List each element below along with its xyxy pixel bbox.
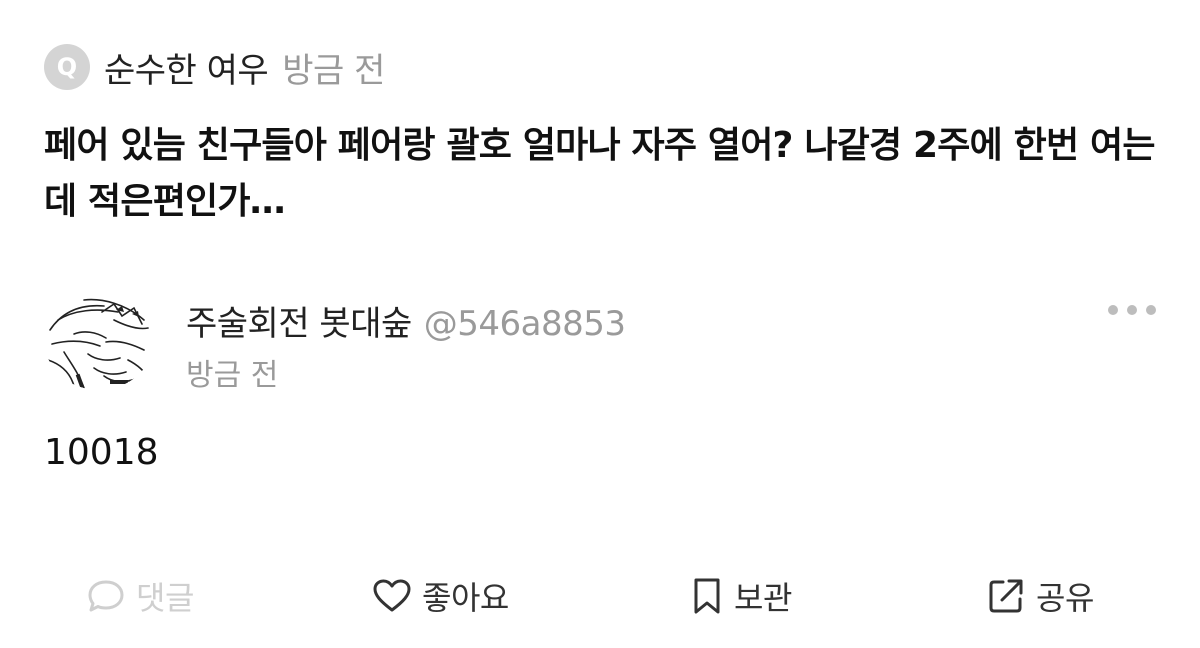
- share-label: 공유: [1036, 579, 1094, 617]
- save-label: 보관: [734, 579, 792, 617]
- like-button[interactable]: 좋아요: [372, 566, 509, 626]
- comment-button[interactable]: 댓글: [86, 566, 194, 626]
- bookmark-icon: [694, 578, 720, 614]
- share-button[interactable]: 공유: [986, 566, 1094, 626]
- question-badge-icon: Q: [44, 44, 90, 90]
- avatar-sketch-image: [47, 298, 151, 389]
- answer-text: 10018: [44, 432, 159, 473]
- comment-label: 댓글: [136, 579, 194, 617]
- answer-header: 주술회전 봇대숲 @546a8853 방금 전: [44, 288, 1156, 393]
- more-dot: [1108, 305, 1118, 315]
- speech-bubble-icon: [88, 580, 124, 612]
- more-dot: [1146, 305, 1156, 315]
- like-label: 좋아요: [422, 579, 509, 617]
- save-button[interactable]: 보관: [690, 566, 792, 626]
- more-options-button[interactable]: [1108, 300, 1156, 320]
- post-page: Q 순수한 여우 방금 전 페어 있늠 친구들아 페어랑 괄호 얼마나 자주 열…: [0, 0, 1200, 648]
- action-bar: 댓글 좋아요 보관 공유: [0, 566, 1200, 626]
- share-external-icon: [989, 579, 1023, 613]
- answer-handle[interactable]: @546a8853: [424, 304, 626, 344]
- question-author[interactable]: 순수한 여우: [104, 43, 269, 92]
- heart-icon: [373, 579, 411, 612]
- more-dot: [1127, 305, 1137, 315]
- answer-author-line: 주술회전 봇대숲 @546a8853: [186, 296, 626, 345]
- avatar[interactable]: [44, 290, 154, 390]
- answer-author[interactable]: 주술회전 봇대숲: [186, 304, 412, 344]
- answer-timestamp: 방금 전: [186, 358, 279, 393]
- question-header: Q 순수한 여우 방금 전: [44, 43, 385, 92]
- question-text: 페어 있늠 친구들아 페어랑 괄호 얼마나 자주 열어? 나같경 2주에 한번 …: [44, 125, 1155, 222]
- question-timestamp: 방금 전: [282, 50, 385, 91]
